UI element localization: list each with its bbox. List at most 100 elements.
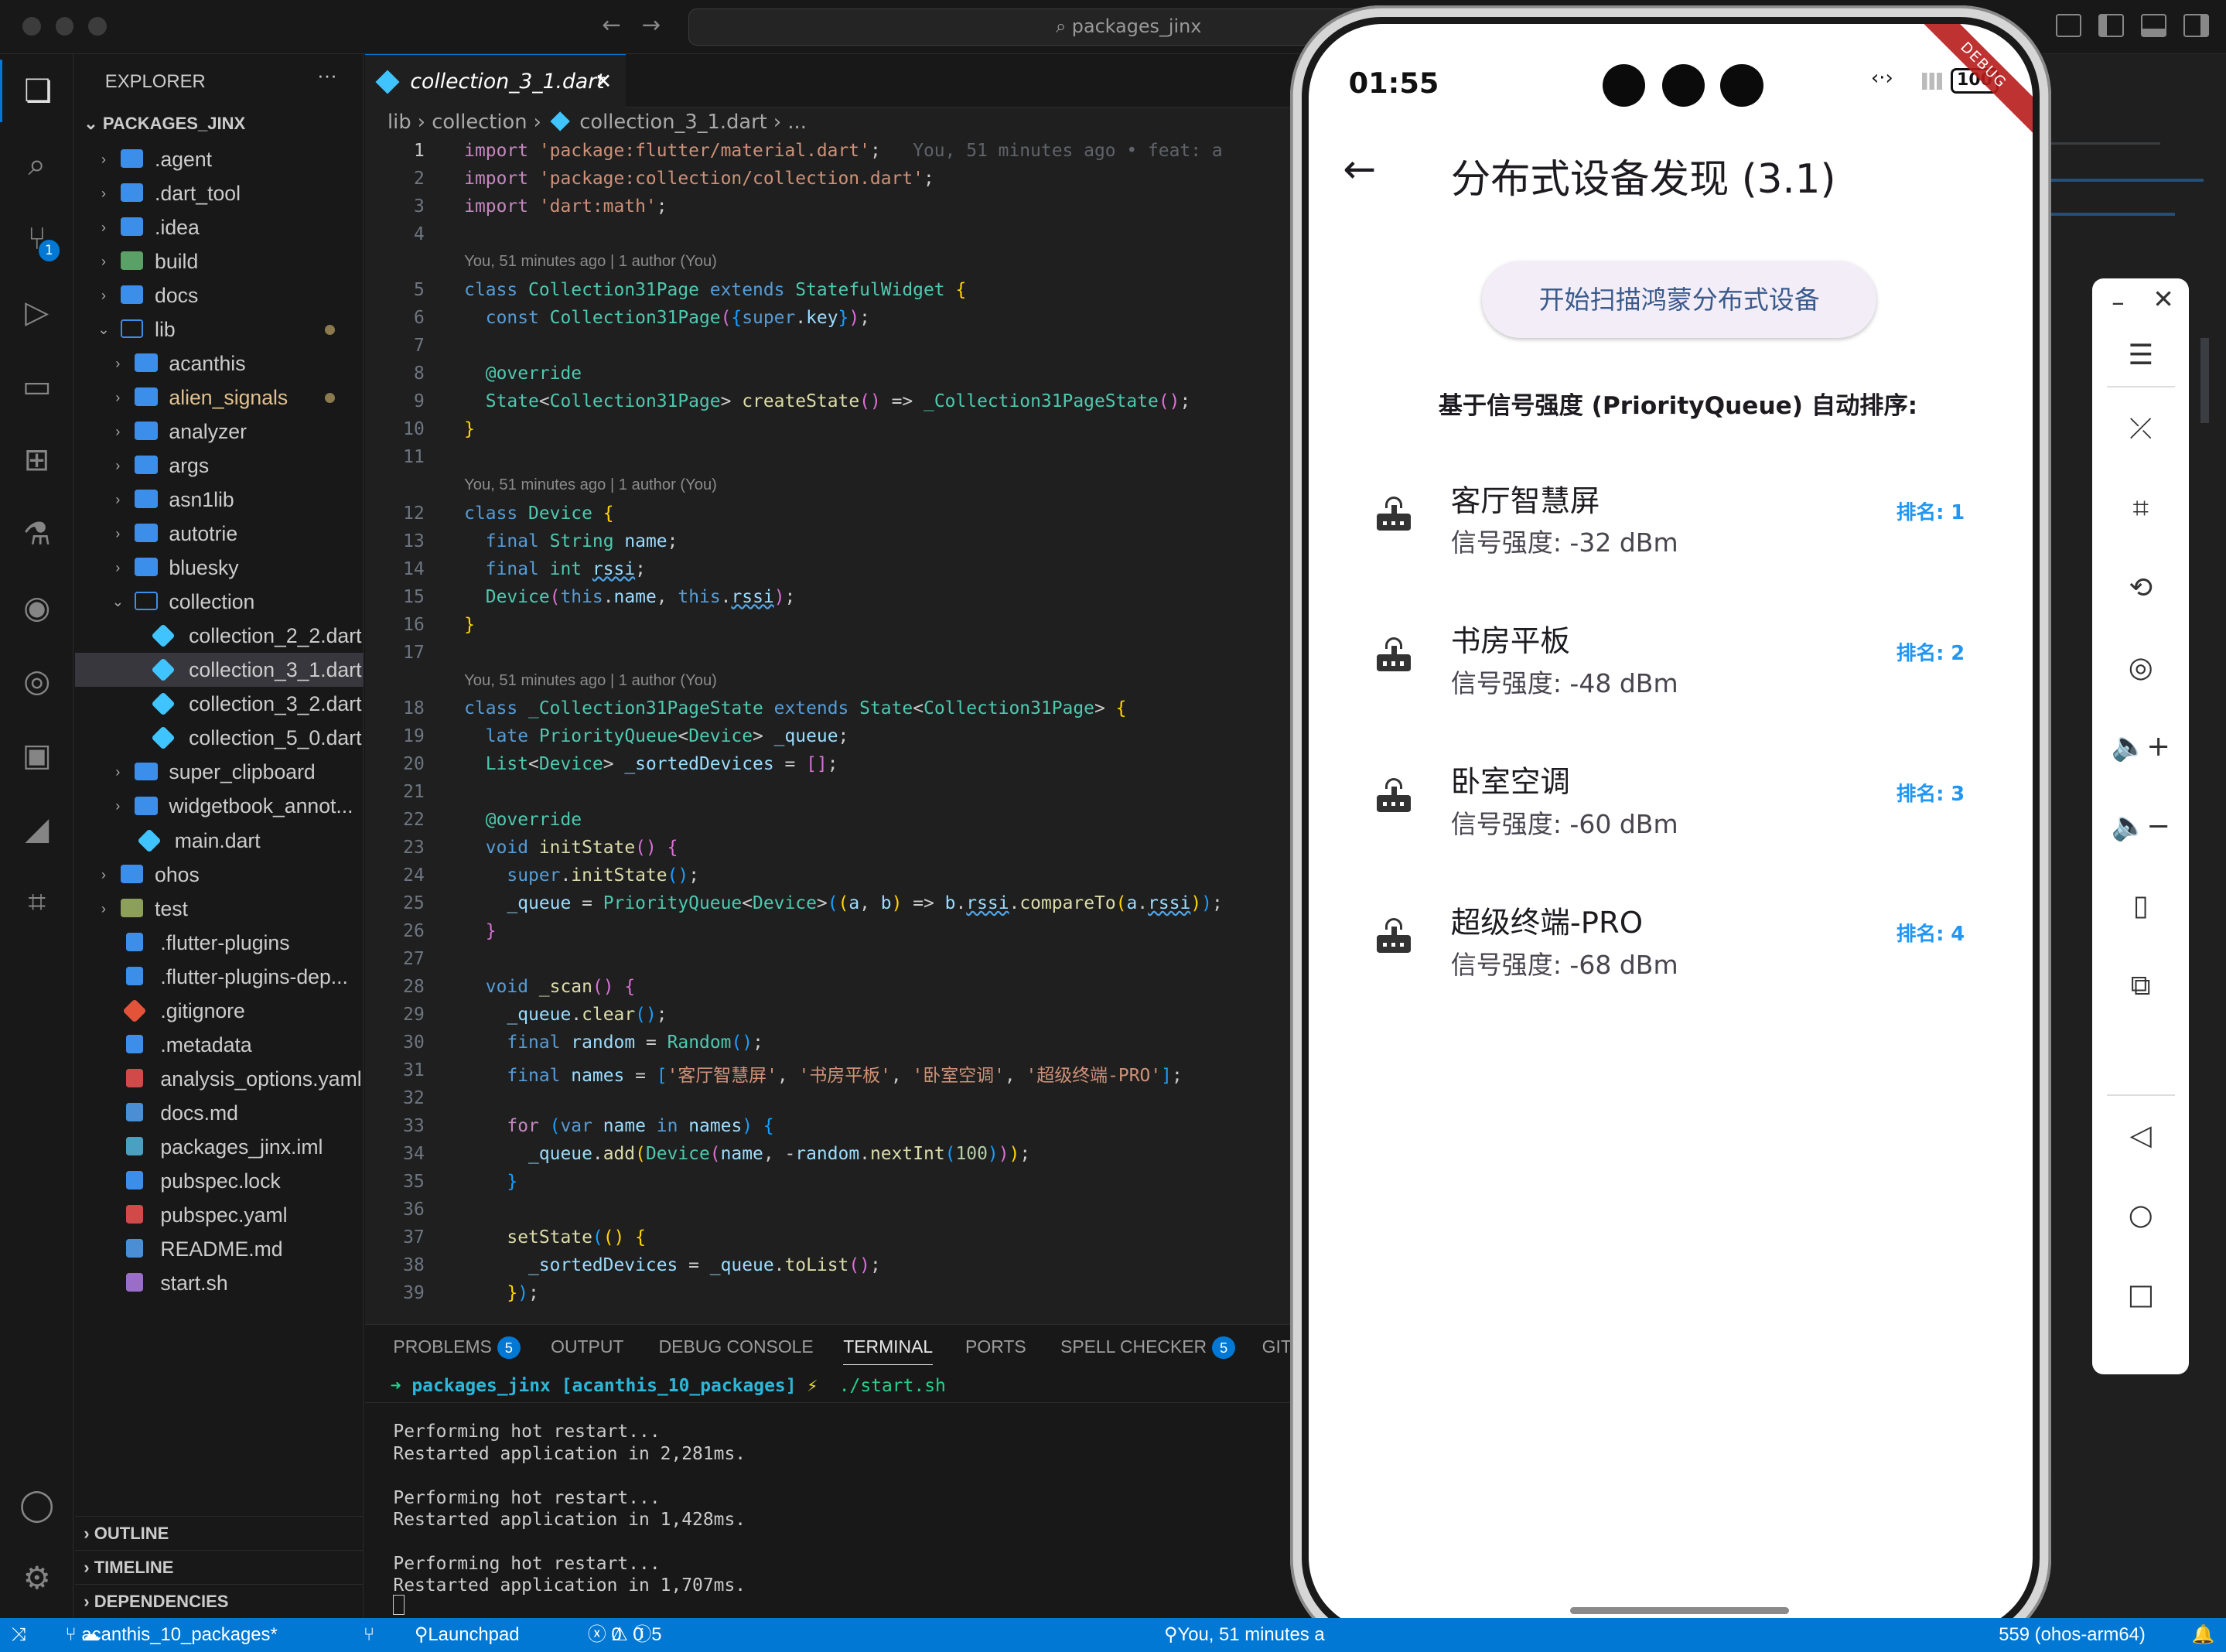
toggle-secondary-sidebar-icon[interactable]: [2183, 14, 2209, 37]
settings-gear-icon[interactable]: ⚙: [0, 1548, 73, 1610]
tree-file[interactable]: docs.md: [75, 1096, 364, 1130]
breadcrumb-lib[interactable]: lib: [388, 111, 411, 134]
code-line[interactable]: }: [464, 1172, 517, 1192]
tree-file[interactable]: .flutter-plugins: [75, 926, 364, 960]
code-line[interactable]: Device(this.name, this.rssi);: [464, 587, 796, 607]
code-line[interactable]: final random = Random();: [464, 1032, 763, 1053]
tree-folder[interactable]: › asn1lib: [75, 483, 364, 517]
device-list-item[interactable]: 超级终端-PRO 信号强度: -68 dBm 排名: 4: [1309, 879, 2033, 1019]
close-window-button[interactable]: [22, 17, 42, 36]
device-list-item[interactable]: 书房平板 信号强度: -48 dBm 排名: 2: [1309, 598, 2033, 739]
git-graph-icon[interactable]: ◉: [0, 576, 73, 639]
home-indicator[interactable]: [1569, 1606, 1789, 1614]
close-tab-icon[interactable]: ✕: [595, 55, 612, 109]
code-line[interactable]: void _scan() {: [464, 977, 635, 997]
tree-folder[interactable]: › build: [75, 244, 364, 278]
tree-folder[interactable]: › super_clipboard: [75, 755, 364, 789]
tree-folder[interactable]: › analyzer: [75, 415, 364, 449]
code-line[interactable]: State<Collection31Page> createState() =>…: [464, 391, 1190, 411]
code-line[interactable]: final String name;: [464, 531, 678, 551]
code-line[interactable]: _queue = PriorityQueue<Device>((a, b) =>…: [464, 893, 1222, 913]
blame-status[interactable]: ⚲ You, 51 minutes a: [1164, 1618, 1325, 1652]
gitlens-icon[interactable]: ◎: [0, 650, 73, 713]
code-line[interactable]: const Collection31Page({super.key});: [464, 308, 870, 328]
code-lens[interactable]: You, 51 minutes ago | 1 author (You): [464, 476, 717, 494]
tree-file[interactable]: main.dart: [75, 824, 364, 858]
tree-file[interactable]: start.sh: [75, 1266, 364, 1300]
more-actions-icon[interactable]: ···: [317, 65, 337, 87]
scan-devices-button[interactable]: 开始扫描鸿蒙分布式设备: [1482, 261, 1877, 338]
code-line[interactable]: }: [464, 419, 475, 439]
panel-tab-ports[interactable]: PORTS: [965, 1336, 1026, 1357]
scan-icon[interactable]: ⌗: [0, 872, 73, 934]
code-line[interactable]: class Collection31Page extends StatefulW…: [464, 280, 966, 300]
flutter-icon[interactable]: ◢: [0, 797, 73, 860]
containers-icon[interactable]: ▣: [0, 724, 73, 787]
customize-layout-icon[interactable]: [2055, 14, 2081, 37]
code-line[interactable]: }: [464, 921, 497, 941]
tree-file[interactable]: .metadata: [75, 1028, 364, 1062]
flutter-device-status[interactable]: 559 (ohos-arm64): [1999, 1618, 2146, 1652]
back-arrow-icon[interactable]: ←: [602, 12, 621, 38]
volume-down-icon[interactable]: 🔈−: [2092, 809, 2189, 842]
code-line[interactable]: import 'package:flutter/material.dart'; …: [464, 141, 1223, 161]
rotate-icon[interactable]: ⟲: [2092, 571, 2189, 604]
back-arrow-icon[interactable]: ←: [1343, 146, 1376, 193]
code-line[interactable]: import 'dart:math';: [464, 196, 667, 217]
scrollbar-thumb[interactable]: [2200, 337, 2209, 423]
code-line[interactable]: class Device {: [464, 503, 613, 524]
code-line[interactable]: late PriorityQueue<Device> _queue;: [464, 726, 849, 746]
gitlens-status-icon[interactable]: ⑂: [364, 1618, 374, 1652]
minimize-window-button[interactable]: [55, 17, 74, 36]
panel-tab-debug-console[interactable]: DEBUG CONSOLE: [659, 1336, 814, 1357]
panel-tab-output[interactable]: OUTPUT: [551, 1336, 623, 1357]
extensions-icon[interactable]: ⊞: [0, 428, 73, 491]
code-line[interactable]: void initState() {: [464, 838, 678, 858]
multi-device-icon[interactable]: ⧉: [2092, 968, 2189, 1002]
toggle-panel-icon[interactable]: [2140, 14, 2166, 37]
tree-file[interactable]: .gitignore: [75, 994, 364, 1028]
editor-tab-active[interactable]: collection_3_1.dart ✕: [364, 53, 626, 109]
crop-screenshot-icon[interactable]: ⌗: [2092, 491, 2189, 525]
tree-folder[interactable]: › autotrie: [75, 517, 364, 551]
tree-folder[interactable]: › test: [75, 892, 364, 926]
tree-file[interactable]: pubspec.yaml: [75, 1198, 364, 1232]
outline-section[interactable]: › OUTLINE: [75, 1516, 364, 1550]
branch-status[interactable]: ⑂ acanthis_10_packages* ☁: [65, 1618, 277, 1652]
tree-file[interactable]: pubspec.lock: [75, 1164, 364, 1198]
tree-folder[interactable]: ⌄ collection: [75, 585, 364, 619]
tree-file[interactable]: packages_jinx.iml: [75, 1130, 364, 1164]
code-line[interactable]: final names = ['客厅智慧屏', '书房平板', '卧室空调', …: [464, 1060, 1182, 1087]
code-line[interactable]: });: [464, 1283, 538, 1303]
workspace-root[interactable]: ⌄ PACKAGES_JINX: [84, 114, 245, 134]
code-line[interactable]: import 'package:collection/collection.da…: [464, 169, 934, 189]
code-line[interactable]: super.initState();: [464, 865, 699, 886]
run-debug-icon[interactable]: ▷: [0, 281, 73, 343]
code-line[interactable]: _sortedDevices = _queue.toList();: [464, 1255, 881, 1275]
tree-folder[interactable]: › bluesky: [75, 551, 364, 585]
tree-folder[interactable]: › ohos: [75, 858, 364, 892]
breadcrumb-more[interactable]: ...: [787, 111, 807, 134]
touch-off-icon[interactable]: ⤫: [2092, 411, 2189, 445]
close-emulator-icon[interactable]: ✕: [2115, 284, 2212, 314]
panel-tab-problems[interactable]: PROBLEMS 5: [393, 1336, 521, 1360]
volume-up-icon[interactable]: 🔈+: [2092, 729, 2189, 763]
tree-folder[interactable]: › .agent: [75, 142, 364, 176]
nav-recents-icon[interactable]: □: [2092, 1278, 2189, 1311]
code-line[interactable]: List<Device> _sortedDevices = [];: [464, 754, 838, 774]
testing-icon[interactable]: ⚗: [0, 503, 73, 565]
code-lens[interactable]: You, 51 minutes ago | 1 author (You): [464, 672, 717, 690]
code-line[interactable]: class _Collection31PageState extends Sta…: [464, 698, 1126, 718]
account-icon[interactable]: ◯: [0, 1473, 73, 1536]
remote-explorer-icon[interactable]: ▭: [0, 355, 73, 418]
tree-file[interactable]: collection_5_0.dart: [75, 721, 364, 755]
tree-folder[interactable]: › args: [75, 449, 364, 483]
code-line[interactable]: for (var name in names) {: [464, 1116, 773, 1136]
dependencies-section[interactable]: › DEPENDENCIES: [75, 1584, 364, 1618]
toggle-sidebar-icon[interactable]: [2098, 14, 2124, 37]
tree-folder[interactable]: › .dart_tool: [75, 176, 364, 210]
device-list-item[interactable]: 客厅智慧屏 信号强度: -32 dBm 排名: 1: [1309, 457, 2033, 598]
panel-tab-spell-checker[interactable]: SPELL CHECKER 5: [1060, 1336, 1235, 1360]
panel-tab-git[interactable]: GIT: [1262, 1336, 1292, 1357]
fold-device-icon[interactable]: ▯: [2092, 889, 2189, 922]
